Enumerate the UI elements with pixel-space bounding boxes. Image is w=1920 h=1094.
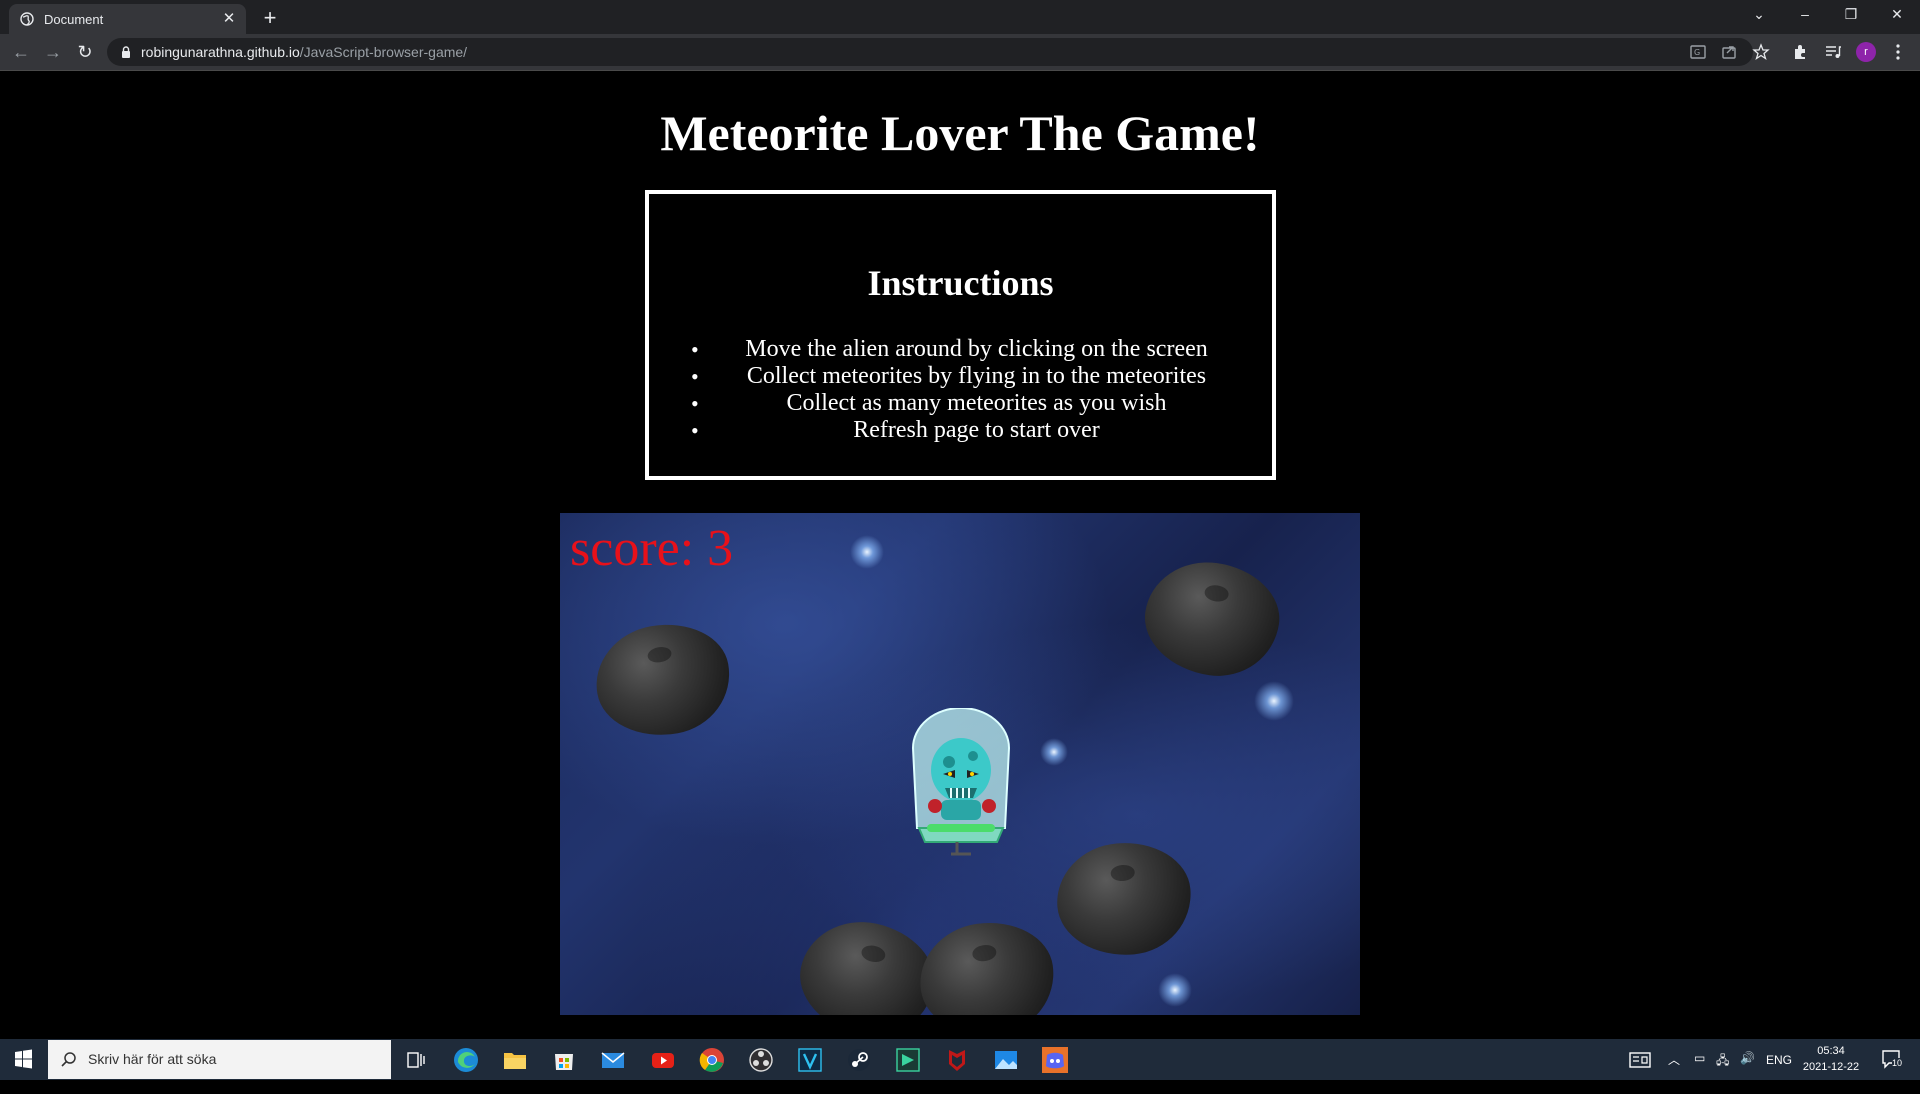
url-host: robingunarathna.github.io <box>141 44 300 60</box>
menu-icon[interactable] <box>1888 42 1908 62</box>
back-arrow-icon[interactable]: ← <box>8 39 34 65</box>
browser-tab-strip: Document ✕ + ⌄ – ❐ ✕ <box>0 0 1920 34</box>
media-control-icon[interactable] <box>1823 42 1843 62</box>
star-glow <box>1040 738 1068 766</box>
lock-icon <box>122 46 130 58</box>
clock-time: 05:34 <box>1817 1045 1845 1057</box>
profile-avatar[interactable]: r <box>1856 42 1876 62</box>
url-path: /JavaScript-browser-game/ <box>299 44 468 60</box>
meteorite <box>912 914 1062 1015</box>
chrome-icon[interactable] <box>696 1044 728 1076</box>
minimize-button[interactable]: – <box>1782 0 1828 30</box>
youtube-icon[interactable] <box>647 1044 679 1076</box>
globe-icon <box>20 12 34 26</box>
tab-close-icon[interactable]: ✕ <box>220 10 238 28</box>
tab-title: Document <box>44 12 104 27</box>
alien-ship-sprite <box>911 708 1011 856</box>
clock-date: 2021-12-22 <box>1802 1061 1860 1073</box>
system-clock[interactable]: 05:34 2021-12-22 <box>1795 1043 1867 1075</box>
share-icon[interactable] <box>1719 42 1739 62</box>
close-window-button[interactable]: ✕ <box>1874 0 1920 30</box>
score-label: score: 3 <box>570 520 734 577</box>
meet-now-icon[interactable]: ▭ <box>1694 1051 1705 1092</box>
instructions-box: Instructions Move the alien around by cl… <box>645 190 1276 480</box>
instructions-heading: Instructions <box>867 263 1054 303</box>
instruction-item: Refresh page to start over <box>673 417 1246 444</box>
meteorite <box>587 614 739 746</box>
star-glow <box>1158 973 1192 1007</box>
extensions-icon[interactable] <box>1790 42 1810 62</box>
instruction-item: Collect as many meteorites as you wish <box>673 390 1246 417</box>
restore-button[interactable]: ❐ <box>1828 0 1874 30</box>
game-canvas[interactable]: score: 3 <box>560 513 1360 1015</box>
microsoft-store-icon[interactable] <box>548 1044 580 1076</box>
windows-start-icon[interactable] <box>0 1039 47 1080</box>
v-app-icon[interactable] <box>794 1044 826 1076</box>
forward-arrow-icon[interactable]: → <box>40 39 66 65</box>
taskbar-search-box[interactable]: Skriv här för att söka <box>48 1040 391 1079</box>
show-hidden-icons-chevron-icon[interactable]: ︿ <box>1668 1051 1680 1092</box>
instruction-item: Move the alien around by clicking on the… <box>673 336 1246 363</box>
translate-icon[interactable]: G <box>1688 42 1708 62</box>
volume-icon[interactable]: 🔊 <box>1740 1051 1755 1092</box>
instructions-list: Move the alien around by clicking on the… <box>673 336 1246 444</box>
svg-text:G: G <box>1694 48 1700 57</box>
search-placeholder: Skriv här för att söka <box>88 1051 217 1067</box>
network-icon[interactable]: 🖧 <box>1716 1051 1729 1092</box>
search-icon <box>61 1052 76 1067</box>
reload-icon[interactable]: ↻ <box>72 39 98 65</box>
photos-icon[interactable] <box>990 1044 1022 1076</box>
page-title: Meteorite Lover The Game! <box>660 105 1260 161</box>
file-explorer-icon[interactable] <box>499 1044 531 1076</box>
vs-app-icon[interactable] <box>892 1044 924 1076</box>
edge-icon[interactable] <box>450 1044 482 1076</box>
browser-toolbar: ← → ↻ robingunarathna.github.io/JavaScri… <box>0 34 1920 71</box>
task-view-icon[interactable] <box>400 1044 432 1076</box>
steam-icon[interactable] <box>843 1044 875 1076</box>
star-icon[interactable] <box>1751 42 1771 62</box>
instruction-item: Collect meteorites by flying in to the m… <box>673 363 1246 390</box>
tab-search-chevron-icon[interactable]: ⌄ <box>1736 0 1782 30</box>
star-glow <box>1254 681 1294 721</box>
meteorite <box>1137 554 1287 684</box>
windows-taskbar: Skriv här för att söka ︿ ▭ 🖧 🔊 ENG 05:34… <box>0 1039 1920 1080</box>
discord-icon[interactable] <box>1039 1044 1071 1076</box>
obs-icon[interactable] <box>745 1044 777 1076</box>
language-indicator[interactable]: ENG <box>1766 1053 1792 1094</box>
mcafee-icon[interactable] <box>941 1044 973 1076</box>
star-glow <box>850 535 884 569</box>
new-tab-button[interactable]: + <box>256 5 284 33</box>
news-widget-icon[interactable] <box>1624 1044 1656 1076</box>
mail-icon[interactable] <box>597 1044 629 1076</box>
address-bar[interactable]: robingunarathna.github.io/JavaScript-bro… <box>107 38 1753 66</box>
browser-tab[interactable]: Document ✕ <box>9 4 246 34</box>
web-page: Meteorite Lover The Game! Instructions M… <box>0 71 1920 1039</box>
notification-center-icon[interactable]: 10 <box>1880 1048 1906 1089</box>
notification-count-badge: 10 <box>1892 1058 1903 1068</box>
url-text: robingunarathna.github.io/JavaScript-bro… <box>141 44 467 60</box>
meteorite <box>1052 837 1196 961</box>
meteorite <box>789 910 945 1015</box>
